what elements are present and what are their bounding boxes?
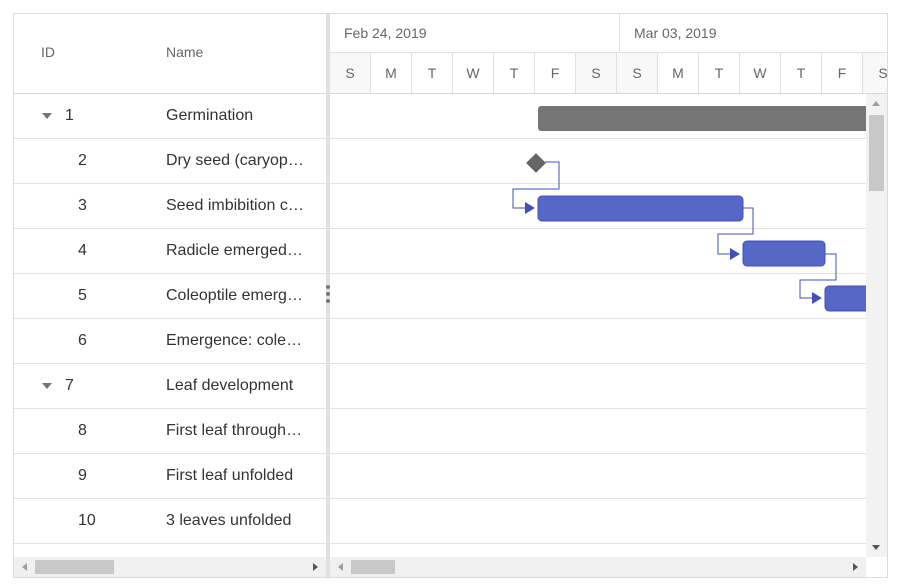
chart-body [330, 94, 866, 557]
timeline-day: T [699, 53, 740, 93]
chevron-down-icon[interactable] [42, 383, 52, 389]
grid-row-3[interactable]: 3 Seed imbibition complete [14, 184, 326, 229]
grid-header: ID Name [14, 14, 326, 94]
task-bar[interactable] [742, 240, 826, 267]
timeline-day: T [412, 53, 453, 93]
scroll-right-icon[interactable] [853, 563, 858, 571]
arrow-right-icon [812, 292, 822, 304]
scroll-right-icon[interactable] [313, 563, 318, 571]
task-name: Leaf development [166, 377, 294, 394]
arrow-right-icon [730, 248, 740, 260]
timeline-week: Feb 24, 2019 [330, 14, 619, 53]
column-header-id[interactable]: ID [41, 44, 55, 60]
grid-row-8[interactable]: 8 First leaf through coleoptile [14, 409, 326, 454]
timeline-day: T [781, 53, 822, 93]
grid-row-6[interactable]: 6 Emergence: coleoptile penetrates soil … [14, 319, 326, 364]
chevron-down-icon[interactable] [42, 113, 52, 119]
gantt-chart: ID Name 1 Germination 2 Dry seed (caryop… [13, 13, 888, 578]
task-id: 9 [78, 467, 87, 484]
grid-row-5[interactable]: 5 Coleoptile emerged from caryopsis [14, 274, 326, 319]
grid-row-9[interactable]: 9 First leaf unfolded [14, 454, 326, 499]
task-id: 3 [78, 197, 87, 214]
grid-row-4[interactable]: 4 Radicle emerged from caryopsis [14, 229, 326, 274]
task-name: Seed imbibition complete [166, 197, 304, 214]
timeline-day: W [740, 53, 781, 93]
task-name: 3 leaves unfolded [166, 512, 292, 529]
scroll-left-icon[interactable] [22, 563, 27, 571]
task-id: 4 [78, 242, 87, 259]
gantt-bars [512, 106, 866, 312]
timeline-day: S [617, 53, 658, 93]
task-bar[interactable] [824, 285, 866, 312]
timeline-day: S [576, 53, 617, 93]
scroll-up-icon[interactable] [872, 101, 880, 106]
task-name: First leaf through coleoptile [166, 422, 304, 439]
task-id: 10 [78, 512, 96, 529]
timeline-day: S [330, 53, 371, 93]
grid-row-7[interactable]: 7 Leaf development [14, 364, 326, 409]
task-id: 1 [65, 107, 74, 124]
timeline-week: Mar 03, 2019 [619, 14, 887, 53]
timeline-day: F [822, 53, 863, 93]
chart-pane: Feb 24, 2019 Mar 03, 2019 S M T W T F S … [330, 14, 887, 577]
task-id: 8 [78, 422, 87, 439]
chart-horizontal-scrollbar[interactable] [330, 557, 866, 577]
timeline-header: Feb 24, 2019 Mar 03, 2019 S M T W T F S … [330, 14, 887, 94]
timeline-day: S [863, 53, 887, 93]
task-id: 5 [78, 287, 87, 304]
task-id: 6 [78, 332, 87, 349]
timeline-day: M [371, 53, 412, 93]
task-name: Coleoptile emerged from caryopsis [166, 287, 304, 304]
timeline-day: T [494, 53, 535, 93]
scroll-thumb[interactable] [351, 560, 395, 574]
grid-horizontal-scrollbar[interactable] [14, 557, 326, 577]
chart-vertical-scrollbar[interactable] [866, 94, 887, 557]
grid-row-2[interactable]: 2 Dry seed (caryopsis) [14, 139, 326, 184]
grid-row-1[interactable]: 1 Germination [14, 94, 326, 139]
task-name: Emergence: coleoptile penetrates soil su… [166, 332, 304, 349]
timeline-day: F [535, 53, 576, 93]
task-name: Radicle emerged from caryopsis [166, 242, 304, 259]
task-id: 2 [78, 152, 87, 169]
task-bar[interactable] [537, 195, 744, 222]
grid-row-10[interactable]: 10 3 leaves unfolded [14, 499, 326, 544]
task-id: 7 [65, 377, 74, 394]
arrow-right-icon [525, 202, 535, 214]
task-name: Dry seed (caryopsis) [166, 152, 304, 169]
column-header-name[interactable]: Name [166, 44, 203, 60]
task-grid: ID Name 1 Germination 2 Dry seed (caryop… [14, 14, 326, 577]
summary-bar[interactable] [538, 106, 866, 131]
scroll-thumb[interactable] [869, 115, 884, 191]
timeline-day: M [658, 53, 699, 93]
timeline-day: W [453, 53, 494, 93]
scroll-left-icon[interactable] [338, 563, 343, 571]
scroll-down-icon[interactable] [872, 545, 880, 550]
scroll-thumb[interactable] [35, 560, 114, 574]
task-name: Germination [166, 107, 254, 124]
task-name: First leaf unfolded [166, 467, 294, 484]
milestone-diamond-icon[interactable] [526, 153, 546, 173]
